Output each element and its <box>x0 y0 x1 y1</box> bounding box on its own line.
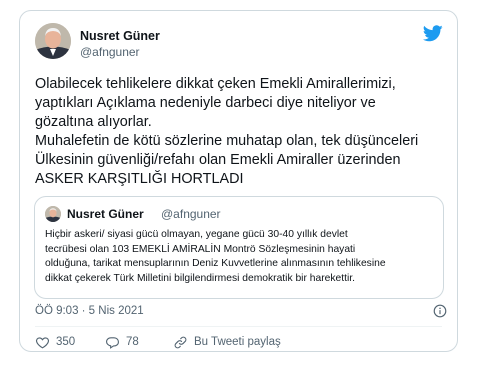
tweet-line: yaptıkları Açıklama nedeniyle darbeci di… <box>35 95 376 111</box>
like-button[interactable]: 350 <box>35 333 75 351</box>
quoted-author-avatar <box>45 206 61 222</box>
quote-line: tecrübesi olan 103 EMEKLİ AMİRALİN Montr… <box>45 243 356 255</box>
reply-icon <box>105 336 120 349</box>
share-icon <box>174 336 187 348</box>
tweet-line: Olabilecek tehlikelere dikkat çeken Emek… <box>35 76 396 92</box>
like-count: 350 <box>56 336 76 348</box>
avatar-photo <box>45 206 61 222</box>
tweet-line: gözaltına alıyorlar. <box>35 114 152 130</box>
divider <box>35 326 442 327</box>
quote-line: Hiçbir askeri/ siyasi gücü olmayan, yega… <box>45 229 348 240</box>
quote-line: olduğuna, tarikat mensuplarının Deniz Ku… <box>45 258 386 269</box>
tweet-line: Muhalefetin de kötü sözlerine muhatap ol… <box>35 133 419 149</box>
author-handle[interactable]: @afnguner <box>80 45 140 59</box>
avatar-photo <box>35 23 71 59</box>
tweet-line: Ülkesinin güvenliği/refahı olan Emekli A… <box>35 152 401 168</box>
share-button[interactable]: Bu Tweeti paylaş <box>173 333 281 351</box>
author-avatar[interactable] <box>35 23 71 59</box>
twitter-bird-icon[interactable] <box>423 25 443 42</box>
reply-count: 78 <box>126 336 139 348</box>
quoted-tweet-text: Hiçbir askeri/ siyasi gücü olmayan, yega… <box>45 228 440 286</box>
quote-line: dikkat çekerek Türk Milletini bilgilendi… <box>45 272 355 284</box>
share-label: Bu Tweeti paylaş <box>194 336 281 348</box>
author-name[interactable]: Nusret Güner <box>80 29 160 43</box>
tweet-card[interactable]: Nusret Güner @afnguner Olabilecek tehlik… <box>19 10 458 352</box>
tweet-timestamp[interactable]: ÖÖ 9:03 · 5 Nis 2021 <box>35 305 144 317</box>
heart-icon <box>36 336 49 348</box>
quoted-author-handle: @afnguner <box>161 207 221 221</box>
reply-button[interactable]: 78 <box>105 333 139 351</box>
tweet-line: ASKER KARŞITLIĞI HORTLADI <box>35 171 244 187</box>
quoted-tweet[interactable]: Nusret Güner @afnguner Hiçbir askeri/ si… <box>34 196 444 299</box>
tweet-text: Olabilecek tehlikelere dikkat çeken Emek… <box>35 75 445 189</box>
quoted-author-name: Nusret Güner <box>67 207 144 221</box>
info-icon[interactable] <box>433 304 447 318</box>
